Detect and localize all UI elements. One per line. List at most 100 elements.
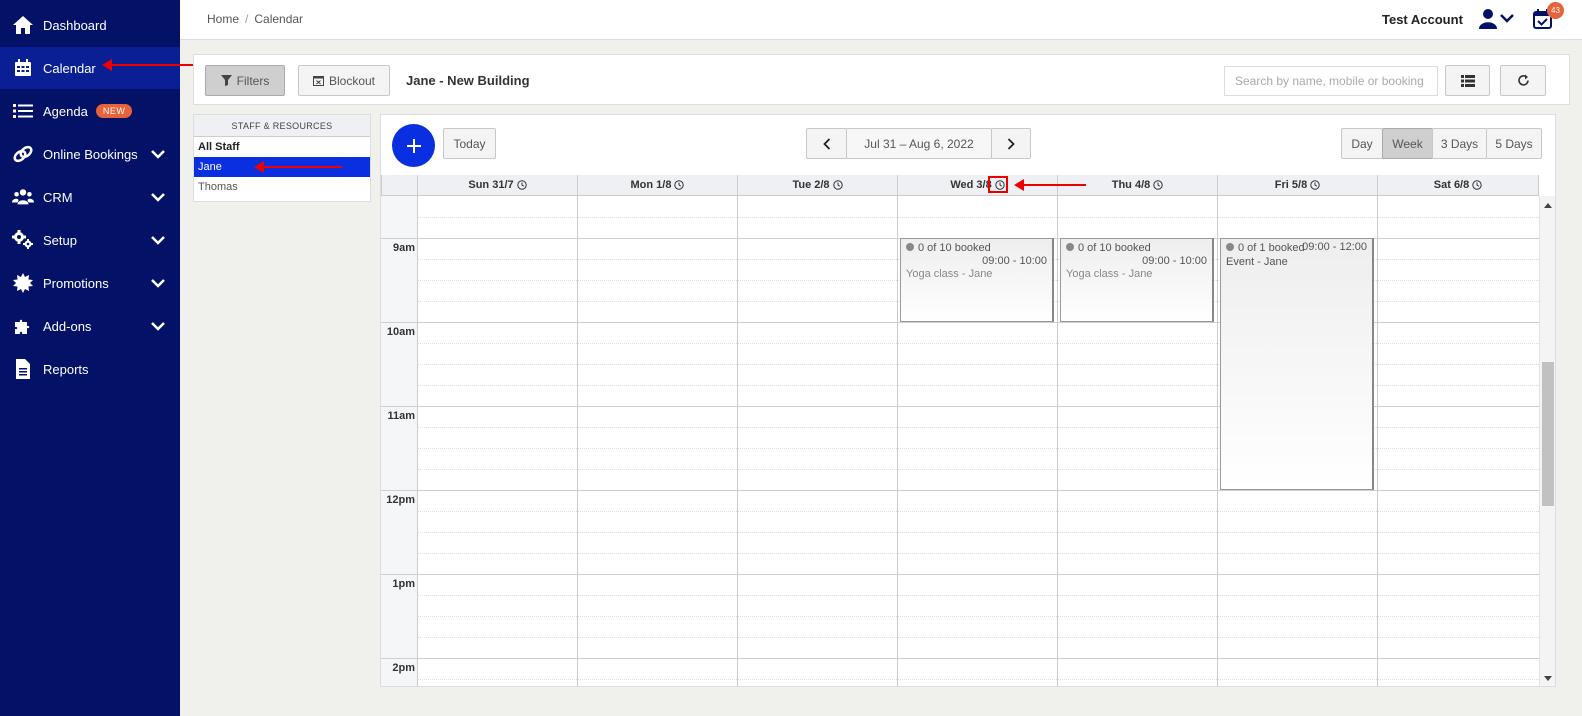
event-block[interactable]: 0 of 10 booked 09:00 - 10:00 Yoga class … — [1060, 238, 1214, 322]
event-block[interactable]: 0 of 1 booked 09:00 - 12:00 Event - Jane — [1220, 238, 1374, 490]
breadcrumb: Home / Calendar — [207, 12, 303, 26]
clock-icon[interactable] — [1153, 180, 1163, 190]
column-line — [897, 196, 898, 686]
nav-crm[interactable]: CRM — [0, 176, 180, 218]
day-header-label: Tue 2/8 — [792, 179, 830, 191]
day-header-label: Fri 5/8 — [1274, 179, 1308, 191]
view-5days-button[interactable]: 5 Days — [1486, 128, 1542, 159]
event-time: 09:00 - 10:00 — [1142, 255, 1207, 267]
event-time: 09:00 - 12:00 — [1302, 241, 1367, 253]
chevron-down-icon[interactable] — [150, 318, 166, 334]
header-gutter — [381, 175, 417, 196]
grid-line — [417, 532, 1539, 533]
nav-setup[interactable]: Setup — [0, 219, 180, 261]
nav-dashboard-label: Dashboard — [43, 17, 107, 33]
home-icon — [12, 14, 34, 36]
day-header[interactable]: Fri 5/8 — [1217, 175, 1377, 196]
chevron-down-icon[interactable] — [150, 232, 166, 248]
status-dot — [906, 243, 914, 251]
breadcrumb-home[interactable]: Home — [207, 12, 239, 26]
view-day-button[interactable]: Day — [1341, 128, 1383, 159]
refresh-button[interactable] — [1500, 65, 1546, 96]
nav-dashboard[interactable]: Dashboard — [0, 4, 180, 46]
next-week-button[interactable] — [991, 128, 1031, 159]
hour-line — [381, 490, 1539, 491]
new-badge: NEW — [95, 104, 133, 118]
view-week-button[interactable]: Week — [1382, 128, 1433, 159]
chevron-left-icon — [822, 137, 830, 150]
filters-label: Filters — [236, 73, 270, 88]
add-booking-button[interactable] — [392, 124, 435, 167]
day-header[interactable]: Sun 31/7 — [417, 175, 577, 196]
hour-line — [381, 658, 1539, 659]
column-line — [1057, 196, 1058, 686]
nav-online-bookings[interactable]: Online Bookings — [0, 133, 180, 175]
annotation-arrow — [102, 59, 195, 71]
nav-reports-label: Reports — [43, 361, 89, 377]
gears-icon — [12, 229, 34, 251]
nav-calendar[interactable]: Calendar — [0, 47, 180, 89]
calendar-panel: Today Jul 31 – Aug 6, 2022 Day Week 3 Da… — [380, 114, 1556, 687]
day-header[interactable]: Sat 6/8 — [1377, 175, 1539, 196]
grid-line — [417, 679, 1539, 680]
column-line — [1377, 196, 1378, 686]
chevron-down-icon[interactable] — [150, 189, 166, 205]
staff-item-thomas[interactable]: Thomas — [194, 177, 370, 197]
clock-icon[interactable] — [1472, 180, 1482, 190]
event-time: 09:00 - 10:00 — [982, 255, 1047, 267]
today-button[interactable]: Today — [443, 128, 496, 159]
nav-promotions[interactable]: Promotions — [0, 262, 180, 304]
day-header-label: Mon 1/8 — [630, 179, 672, 191]
status-dot — [1066, 243, 1074, 251]
scroll-up-arrow[interactable] — [1544, 203, 1552, 208]
clock-icon[interactable] — [674, 180, 685, 190]
clock-icon[interactable] — [1310, 180, 1320, 190]
scroll-thumb[interactable] — [1542, 362, 1554, 506]
nav-online-bookings-label: Online Bookings — [43, 146, 138, 162]
view-3days-button[interactable]: 3 Days — [1432, 128, 1487, 159]
calendar-x-icon — [312, 76, 324, 86]
time-label: 9am — [392, 242, 415, 254]
chevron-down-icon[interactable] — [150, 146, 166, 162]
user-icon[interactable] — [1478, 8, 1516, 30]
blockout-button[interactable]: Blockout — [298, 65, 390, 96]
chevron-down-icon[interactable] — [150, 275, 166, 291]
column-line — [1217, 196, 1218, 686]
scroll-down-arrow[interactable] — [1544, 676, 1552, 681]
list-icon — [1460, 74, 1475, 87]
calendar-icon — [12, 57, 34, 79]
account-name: Test Account — [1382, 12, 1463, 27]
search-input[interactable] — [1224, 66, 1438, 96]
status-dot — [1226, 243, 1234, 251]
event-block[interactable]: 0 of 10 booked 09:00 - 10:00 Yoga class … — [900, 238, 1054, 322]
grid-line — [417, 553, 1539, 554]
nav-add-ons[interactable]: Add-ons — [0, 305, 180, 347]
time-label: 12pm — [386, 494, 415, 506]
filters-button[interactable]: Filters — [205, 65, 285, 96]
toolbar: Filters Blockout Jane - New Building — [193, 54, 1570, 105]
event-booked: 0 of 10 booked — [918, 242, 991, 254]
column-line — [417, 196, 418, 686]
day-header[interactable]: Mon 1/8 — [577, 175, 737, 196]
nav-agenda-label: Agenda — [43, 103, 88, 119]
grid-line — [417, 511, 1539, 512]
nav-setup-label: Setup — [43, 232, 77, 248]
day-header-label: Thu 4/8 — [1111, 179, 1151, 191]
annotation-arrow — [254, 161, 342, 173]
notification-badge: 43 — [1547, 2, 1564, 19]
annotation-arrow — [1014, 179, 1086, 191]
clock-icon[interactable] — [832, 180, 843, 190]
calendar-scrollbar[interactable] — [1539, 196, 1555, 686]
grid-line — [417, 616, 1539, 617]
clock-icon[interactable] — [516, 180, 527, 190]
date-range-label: Jul 31 – Aug 6, 2022 — [846, 128, 992, 159]
day-header-label: Sun 31/7 — [468, 179, 514, 191]
nav-agenda[interactable]: Agenda NEW — [0, 90, 180, 132]
prev-week-button[interactable] — [806, 128, 847, 159]
nav-reports[interactable]: Reports — [0, 348, 180, 390]
grid-line — [417, 217, 1539, 218]
list-view-button[interactable] — [1445, 65, 1490, 96]
nav-crm-label: CRM — [43, 189, 73, 205]
day-header[interactable]: Tue 2/8 — [737, 175, 897, 196]
staff-item-all[interactable]: All Staff — [194, 137, 370, 157]
